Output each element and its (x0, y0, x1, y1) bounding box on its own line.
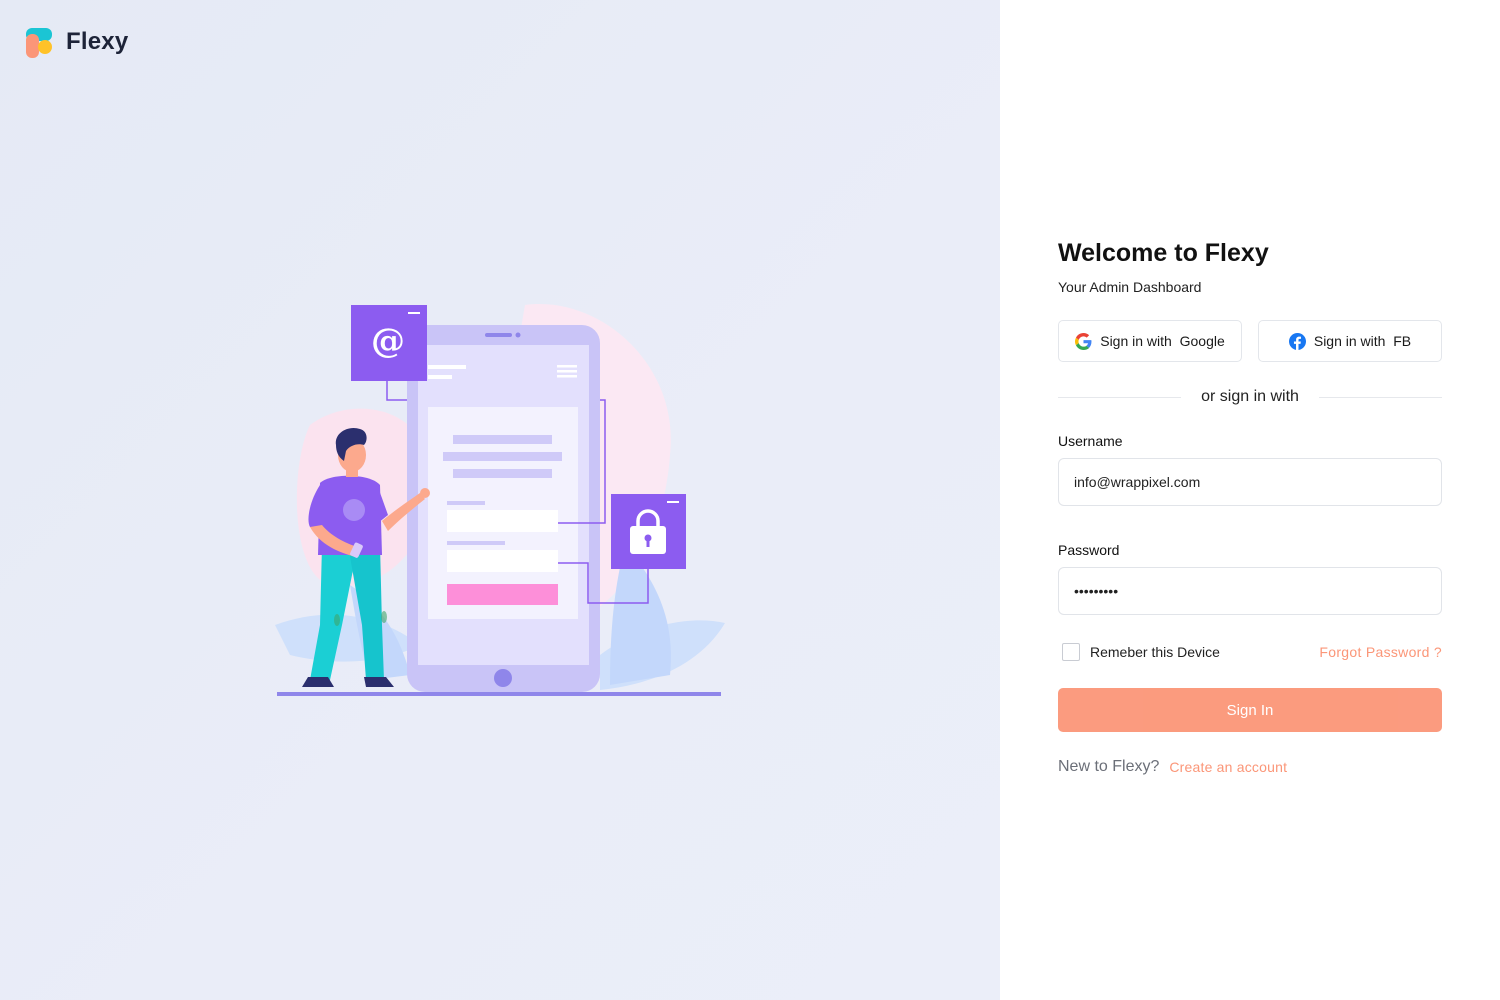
create-account-link[interactable]: Create an account (1169, 759, 1287, 775)
flexy-logo-icon (26, 28, 52, 58)
remember-checkbox[interactable] (1062, 643, 1080, 661)
login-panel: Welcome to Flexy Your Admin Dashboard Si… (1000, 0, 1500, 1000)
google-icon (1075, 332, 1092, 350)
divider-line-right (1318, 396, 1443, 398)
facebook-signin-button[interactable]: Sign in with FB (1258, 320, 1442, 362)
password-input[interactable] (1058, 567, 1442, 615)
social-login-row: Sign in with Google Sign in with FB (1058, 320, 1442, 362)
page-title: Welcome to Flexy (1058, 239, 1269, 267)
google-signin-button[interactable]: Sign in with Google (1058, 320, 1242, 362)
forgot-password-link[interactable]: Forgot Password ? (1319, 644, 1442, 660)
remember-row: Remeber this Device Forgot Password ? (1058, 643, 1442, 661)
username-label: Username (1058, 433, 1123, 449)
page-subtitle: Your Admin Dashboard (1058, 279, 1202, 295)
svg-text:@: @ (371, 321, 405, 361)
login-form: Welcome to Flexy Your Admin Dashboard Si… (1058, 236, 1443, 776)
username-input[interactable] (1058, 458, 1442, 506)
signin-button[interactable]: Sign In (1058, 688, 1442, 732)
remember-label: Remeber this Device (1090, 644, 1220, 660)
password-label: Password (1058, 542, 1120, 558)
signup-prompt: New to Flexy? Create an account (1058, 758, 1442, 776)
divider-line-left (1058, 396, 1182, 398)
login-illustration: @ (275, 304, 725, 696)
google-signin-label: Sign in with Google (1100, 333, 1225, 349)
brand-name: Flexy (66, 28, 129, 55)
brand[interactable]: Flexy (26, 26, 128, 58)
facebook-icon (1288, 332, 1306, 350)
illustration-panel: Flexy @ (0, 0, 1000, 1000)
or-divider: or sign in with (1058, 386, 1443, 408)
new-to-flexy-text: New to Flexy? (1058, 758, 1160, 775)
login-page: Flexy @ Welcome to Flexy Your Admin Dash… (0, 0, 1500, 1000)
facebook-signin-label: Sign in with FB (1313, 333, 1412, 349)
remember-device[interactable]: Remeber this Device (1058, 643, 1220, 661)
divider-text: or sign in with (1201, 388, 1299, 405)
